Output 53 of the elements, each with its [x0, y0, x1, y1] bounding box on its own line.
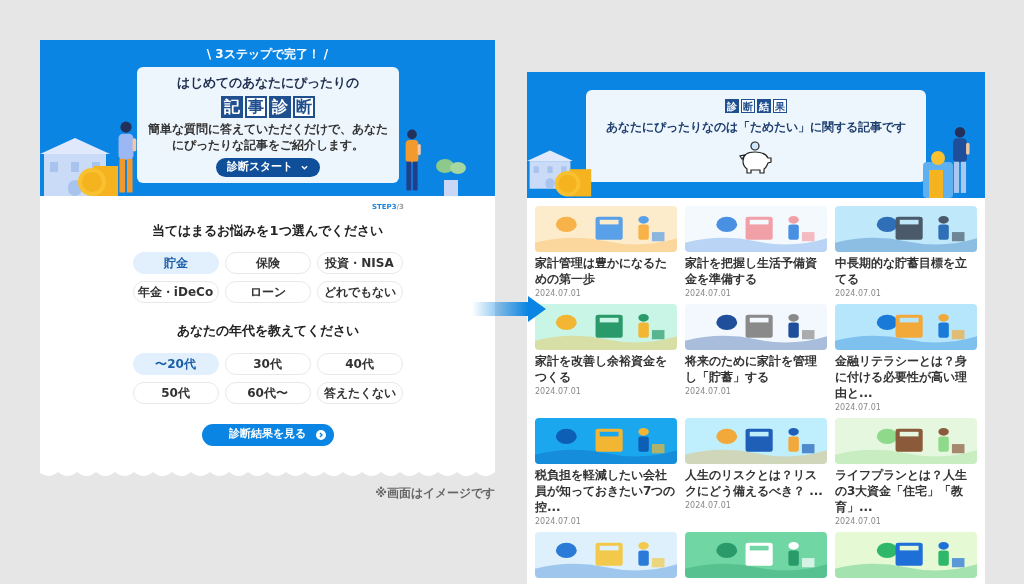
title-character: 記 — [220, 95, 243, 118]
piggy-bank-icon — [738, 141, 774, 175]
badge-character: 診 — [725, 99, 739, 113]
option-button[interactable]: どれでもない — [316, 281, 403, 303]
chevron-down-icon — [301, 164, 308, 170]
card-lead: はじめてのあなたにぴったりの — [176, 74, 359, 92]
option-button[interactable]: 50代 — [132, 381, 219, 404]
badge-character: 果 — [773, 99, 787, 113]
article-date: 2024.07.01 — [835, 517, 882, 527]
arrow-circle-icon — [315, 429, 326, 440]
next-arrow-icon — [472, 296, 546, 322]
title-character: 断 — [292, 95, 315, 118]
plant-drawing — [436, 156, 466, 196]
image-note: ※画面はイメージです — [375, 484, 495, 502]
option-button[interactable]: 投資・NISA — [316, 252, 403, 274]
start-button[interactable]: 診断スタート — [215, 157, 320, 177]
steps-label: \ 3ステップで完了！ / — [206, 46, 329, 63]
option-button[interactable]: 年金・iDeCo — [132, 281, 219, 303]
submit-button[interactable]: 診断結果を見る — [201, 423, 334, 446]
article-date: 2024.07.01 — [535, 517, 582, 527]
article-title[interactable]: 家計を把握し生活予備資金を準備する — [685, 255, 827, 287]
title-character: 事 — [244, 95, 267, 118]
article-title[interactable]: 家計を改善し余裕資金をつくる — [535, 353, 677, 385]
card-description: 簡単な質問に答えていただくだけで、あなたにぴったりな記事をご紹介します。 — [146, 120, 389, 153]
coin-jar-drawing — [921, 150, 955, 198]
result-message: あなたにぴったりなのは「ためたい」に関する記事です — [606, 119, 906, 135]
article-date: 2024.07.01 — [835, 289, 882, 299]
option-button[interactable]: ローン — [224, 281, 311, 303]
option-button[interactable]: 貯金 — [132, 252, 219, 274]
question-title: 当てはまるお悩みを1つ選んでください — [152, 221, 383, 240]
article-title[interactable]: 中長期的な貯蓄目標を立てる — [835, 255, 977, 287]
article-date: 2024.07.01 — [685, 289, 732, 299]
article-title[interactable]: 金融リテラシーとは？身に付ける必要性が高い理由と... — [835, 353, 977, 401]
option-button[interactable]: 保険 — [224, 252, 311, 274]
article-date: 2024.07.01 — [685, 387, 732, 397]
article-date: 2024.07.01 — [535, 387, 582, 397]
question-title: あなたの年代を教えてください — [176, 322, 359, 340]
article-date: 2024.07.01 — [685, 501, 732, 511]
option-button[interactable]: 40代 — [316, 352, 403, 375]
article-date: 2024.07.01 — [535, 289, 582, 299]
badge-character: 結 — [757, 99, 771, 113]
option-button[interactable]: 30代 — [224, 352, 311, 375]
option-button[interactable]: 答えたくない — [316, 381, 403, 404]
article-title[interactable]: 家計管理は豊かになるための第一歩 — [535, 255, 677, 287]
article-title[interactable]: 税負担を軽減したい会社員が知っておきたい7つの控... — [535, 467, 677, 515]
option-button[interactable]: 〜20代 — [132, 352, 219, 375]
title-character: 診 — [268, 95, 291, 118]
article-title[interactable]: ライフプランとは？人生の3大資金「住宅」「教育」... — [835, 467, 977, 515]
badge-character: 断 — [741, 99, 755, 113]
option-button[interactable]: 60代〜 — [224, 381, 311, 404]
article-date: 2024.07.01 — [835, 403, 882, 413]
article-title[interactable]: 人生のリスクとは？リスクにどう備えるべき？ ... — [685, 467, 827, 499]
article-title[interactable]: 将来のために家計を管理し「貯蓄」する — [685, 353, 827, 385]
